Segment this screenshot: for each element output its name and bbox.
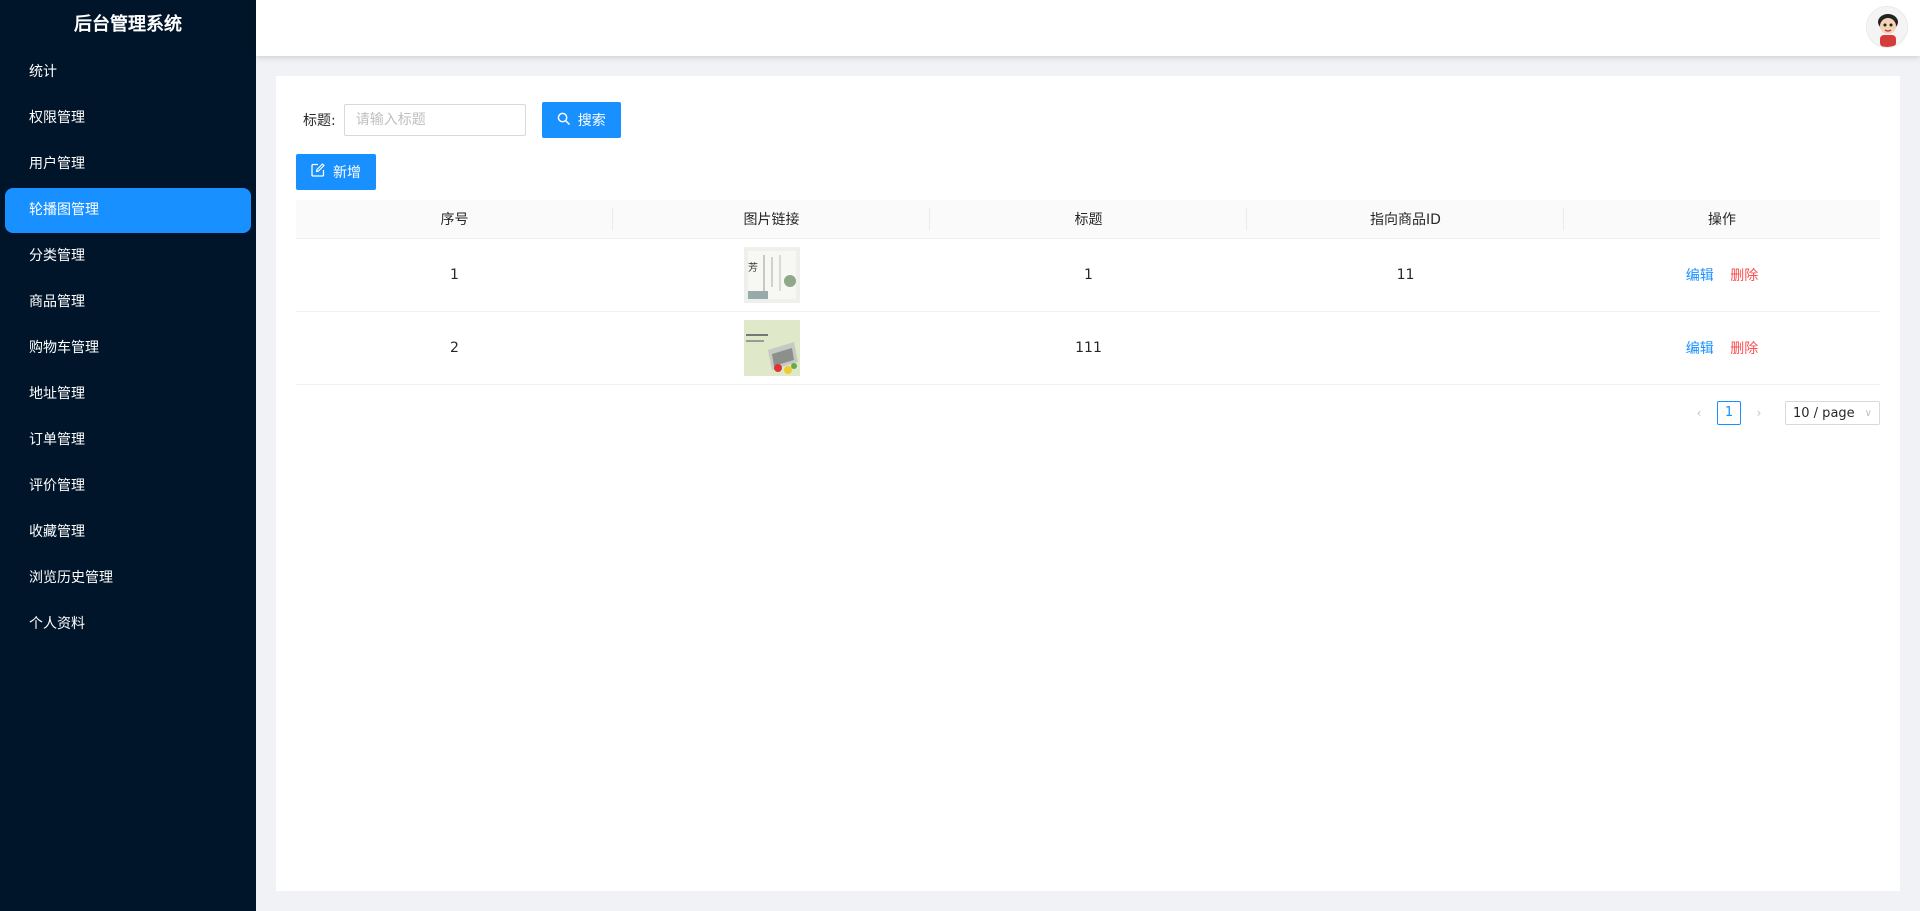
page-number[interactable]: 1 (1717, 401, 1741, 425)
user-avatar[interactable] (1866, 6, 1908, 48)
sidebar-item-carousel[interactable]: 轮播图管理 (5, 188, 251, 233)
cell-image: 芳 (613, 238, 930, 312)
sidebar-menu: 统计 权限管理 用户管理 轮播图管理 分类管理 商品管理 购物车管理 地址管理 … (0, 50, 256, 647)
edit-link[interactable]: 编辑 (1686, 268, 1714, 284)
page-size-select[interactable]: 10 / page ∨ (1785, 401, 1880, 425)
banner-thumbnail[interactable] (743, 319, 800, 376)
page-size-value: 10 / page (1793, 405, 1855, 421)
chevron-down-icon: ∨ (1864, 407, 1872, 419)
column-header-title: 标题 (930, 200, 1247, 239)
table-row: 2 111 编辑 删除 (296, 311, 1880, 385)
column-header-image: 图片链接 (613, 200, 930, 239)
next-page-icon[interactable]: › (1749, 401, 1769, 425)
sidebar: 后台管理系统 统计 权限管理 用户管理 轮播图管理 分类管理 商品管理 购物车管… (0, 0, 256, 911)
cell-product-id: 11 (1247, 238, 1564, 312)
column-header-index: 序号 (296, 200, 613, 239)
cell-title: 111 (930, 311, 1247, 385)
sidebar-item-favorites[interactable]: 收藏管理 (5, 510, 251, 555)
banner-thumbnail[interactable]: 芳 (743, 246, 800, 303)
prev-page-icon[interactable]: ‹ (1689, 401, 1709, 425)
cell-image (613, 311, 930, 385)
sidebar-item-reviews[interactable]: 评价管理 (5, 464, 251, 509)
sidebar-item-permissions[interactable]: 权限管理 (5, 96, 251, 141)
cell-product-id (1247, 311, 1564, 385)
search-button-label: 搜索 (577, 113, 606, 129)
sidebar-item-profile[interactable]: 个人资料 (5, 602, 251, 647)
sidebar-item-history[interactable]: 浏览历史管理 (5, 556, 251, 601)
column-header-product-id: 指向商品ID (1247, 200, 1564, 239)
table-header-row: 序号 图片链接 标题 指向商品ID 操作 (296, 200, 1880, 239)
search-input[interactable] (343, 104, 526, 136)
cell-actions: 编辑 删除 (1564, 311, 1880, 385)
table-row: 1 芳 1 11 编辑 删除 (296, 238, 1880, 312)
top-header (256, 0, 1920, 56)
search-bar: 标题: 搜索 (303, 102, 621, 138)
sidebar-item-categories[interactable]: 分类管理 (5, 234, 251, 279)
main-content: 标题: 搜索 新增 序号 图片链接 标题 (276, 76, 1900, 891)
avatar-icon (1867, 7, 1907, 47)
sidebar-item-addresses[interactable]: 地址管理 (5, 372, 251, 417)
delete-link[interactable]: 删除 (1730, 341, 1758, 357)
edit-icon (311, 163, 325, 181)
search-icon (557, 112, 570, 129)
pagination: ‹ 1 › 10 / page ∨ (1689, 401, 1880, 425)
cell-title: 1 (930, 238, 1247, 312)
add-button-label: 新增 (333, 165, 361, 181)
delete-link[interactable]: 删除 (1730, 268, 1758, 284)
cell-index: 1 (296, 238, 613, 312)
sidebar-item-cart[interactable]: 购物车管理 (5, 326, 251, 371)
sidebar-item-products[interactable]: 商品管理 (5, 280, 251, 325)
search-label: 标题: (303, 113, 336, 129)
column-header-actions: 操作 (1564, 200, 1880, 239)
carousel-table: 序号 图片链接 标题 指向商品ID 操作 1 芳 1 11 编辑 删除 2 11… (296, 200, 1880, 385)
sidebar-item-stats[interactable]: 统计 (5, 50, 251, 95)
app-title: 后台管理系统 (74, 14, 182, 35)
cell-actions: 编辑 删除 (1564, 238, 1880, 312)
add-button[interactable]: 新增 (296, 154, 376, 190)
cell-index: 2 (296, 311, 613, 385)
sidebar-item-orders[interactable]: 订单管理 (5, 418, 251, 463)
svg-text:芳: 芳 (748, 261, 758, 274)
edit-link[interactable]: 编辑 (1686, 341, 1714, 357)
search-button[interactable]: 搜索 (541, 102, 621, 138)
sidebar-item-users[interactable]: 用户管理 (5, 142, 251, 187)
